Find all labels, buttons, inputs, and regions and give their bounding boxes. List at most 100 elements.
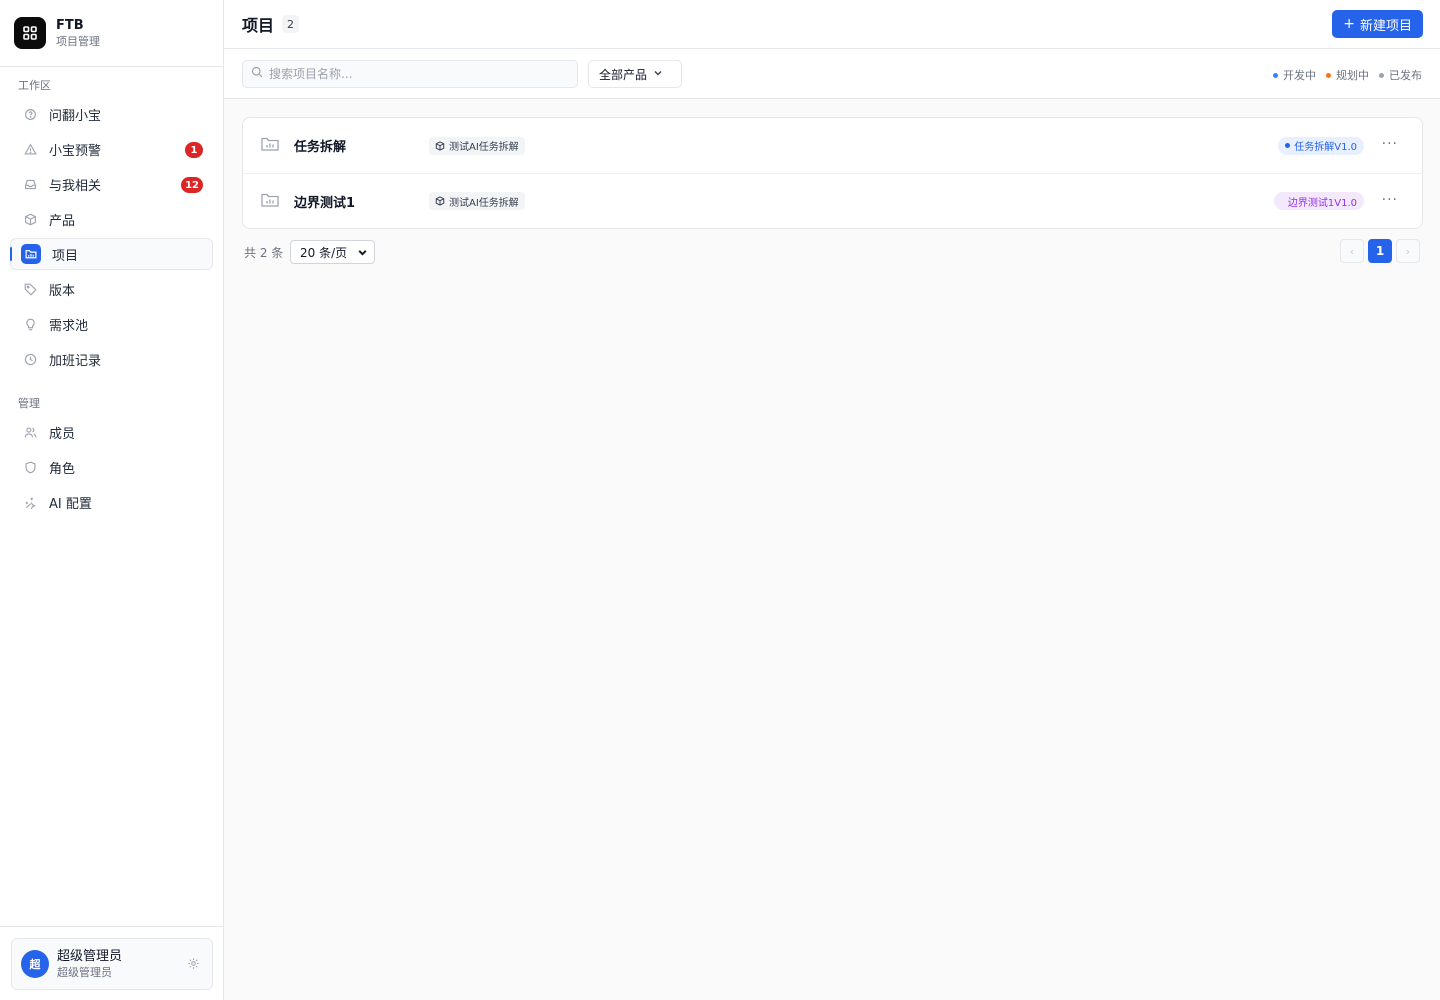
more-options-icon[interactable]: ···	[1382, 137, 1398, 151]
chevron-down-icon	[357, 247, 368, 261]
clock-icon	[22, 351, 38, 367]
legend-item-planning: 规划中	[1326, 67, 1369, 83]
sidebar-item-label: 项目	[52, 248, 79, 264]
search-icon	[251, 66, 263, 82]
page-size-select[interactable]: 20 条/页	[290, 240, 375, 264]
more-options-icon[interactable]: ···	[1382, 193, 1398, 207]
sidebar-item-label: 角色	[49, 461, 76, 477]
current-page-button[interactable]: 1	[1368, 239, 1392, 263]
sidebar-item-members[interactable]: 成员	[10, 416, 213, 448]
version-badge: 边界测试1V1.0	[1273, 192, 1364, 210]
alert-count-badge: 1	[185, 142, 203, 158]
lightbulb-icon	[22, 316, 38, 332]
total-count: 共 2 条	[244, 246, 284, 260]
status-dot	[1285, 143, 1291, 148]
sidebar-item-alerts[interactable]: 小宝预警 1	[10, 133, 213, 165]
legend-label: 规划中	[1336, 69, 1369, 82]
sidebar-item-label: 成员	[49, 426, 76, 442]
sidebar-item-ai-config[interactable]: AI 配置	[10, 486, 213, 518]
brand-subtitle: 项目管理	[56, 34, 100, 48]
user-role: 超级管理员	[57, 966, 112, 979]
project-name[interactable]: 任务拆解	[294, 136, 346, 155]
sidebar-item-related[interactable]: 与我相关 12	[10, 168, 213, 200]
gear-icon[interactable]	[187, 957, 200, 974]
section-label-management: 管理	[18, 397, 40, 410]
sidebar-item-versions[interactable]: 版本	[10, 273, 213, 305]
box-icon	[22, 211, 38, 227]
legend-label: 开发中	[1283, 69, 1316, 82]
product-select-value: 全部产品	[599, 67, 648, 82]
legend-item-released: 已发布	[1379, 67, 1422, 83]
plus-icon: +	[1343, 16, 1355, 32]
users-icon	[22, 424, 38, 440]
shield-icon	[22, 459, 38, 475]
sidebar-item-ask-xiaobao[interactable]: 问翻小宝	[10, 98, 213, 130]
section-label-workspace: 工作区	[18, 79, 51, 92]
sidebar-item-projects[interactable]: 项目	[10, 238, 213, 270]
topbar: 项目 2 + 新建项目	[224, 0, 1440, 49]
sidebar-item-label: AI 配置	[49, 496, 92, 512]
sparkles-icon	[22, 494, 38, 510]
product-tag-label: 测试AI任务拆解	[449, 142, 519, 153]
avatar: 超	[21, 950, 49, 978]
sidebar-item-label: 需求池	[49, 318, 89, 334]
product-filter-select[interactable]: 全部产品	[588, 60, 682, 88]
project-row[interactable]: 任务拆解 测试AI任务拆解 任务拆解V1.0 ···	[243, 118, 1422, 173]
pagination: 共 2 条 20 条/页 ‹ 1 ›	[242, 238, 1423, 266]
sidebar-item-requirements[interactable]: 需求池	[10, 308, 213, 340]
sidebar-item-label: 版本	[49, 283, 76, 299]
project-count-badge: 2	[282, 15, 300, 33]
next-page-button[interactable]: ›	[1396, 239, 1420, 263]
sidebar-item-label: 加班记录	[49, 353, 102, 369]
legend-dot-planning	[1326, 72, 1331, 78]
project-row[interactable]: 边界测试1 测试AI任务拆解 边界测试1V1.0 ···	[243, 173, 1422, 228]
product-tag: 测试AI任务拆解	[429, 136, 525, 155]
status-legend: 开发中 规划中 已发布	[1263, 67, 1422, 83]
search-input[interactable]	[269, 67, 569, 81]
page-size-value: 20 条/页	[300, 245, 348, 260]
folder-icon	[261, 136, 279, 156]
sidebar-item-products[interactable]: 产品	[10, 203, 213, 235]
sidebar-item-roles[interactable]: 角色	[10, 451, 213, 483]
legend-dot-released	[1379, 72, 1384, 78]
project-list: 任务拆解 测试AI任务拆解 任务拆解V1.0 ··· 边界测试1 测试AI任务拆…	[242, 117, 1423, 229]
new-project-label: 新建项目	[1359, 18, 1412, 34]
user-card[interactable]: 超 超级管理员 超级管理员	[11, 938, 213, 990]
new-project-button[interactable]: + 新建项目	[1332, 10, 1423, 38]
box-icon	[435, 140, 445, 151]
project-name[interactable]: 边界测试1	[294, 192, 355, 211]
sidebar-item-overtime[interactable]: 加班记录	[10, 343, 213, 375]
chevron-down-icon	[653, 67, 663, 81]
search-box[interactable]	[242, 60, 578, 88]
legend-item-developing: 开发中	[1273, 67, 1316, 83]
legend-label: 已发布	[1389, 69, 1422, 82]
sidebar-item-label: 与我相关	[49, 178, 102, 194]
legend-dot-developing	[1273, 72, 1278, 78]
version-label: 边界测试1V1.0	[1287, 197, 1357, 209]
folder-icon	[21, 244, 41, 264]
folder-icon	[261, 192, 279, 212]
box-icon	[435, 196, 445, 206]
user-name: 超级管理员	[57, 949, 123, 964]
inbox-icon	[22, 176, 38, 192]
related-count-badge: 12	[181, 177, 203, 193]
version-label: 任务拆解V1.0	[1294, 142, 1357, 153]
sidebar-item-label: 问翻小宝	[49, 108, 102, 124]
page-title: 项目	[242, 16, 275, 35]
tag-icon	[22, 281, 38, 297]
sidebar: FTB 项目管理 工作区 问翻小宝 小宝预警 1 与我相关 12 产品 项目 版…	[0, 0, 224, 1000]
main-content: 项目 2 + 新建项目 全部产品 开发中 规划中	[224, 0, 1440, 1000]
product-tag: 测试AI任务拆解	[429, 192, 525, 210]
brand-title: FTB	[56, 17, 84, 33]
version-badge: 任务拆解V1.0	[1278, 136, 1364, 155]
grid-icon	[14, 17, 46, 49]
divider	[0, 926, 223, 927]
product-tag-label: 测试AI任务拆解	[449, 197, 519, 209]
prev-page-button[interactable]: ‹	[1340, 239, 1364, 263]
brand[interactable]: FTB 项目管理	[0, 0, 223, 67]
sidebar-item-label: 产品	[49, 213, 76, 229]
chat-bubble-icon	[22, 106, 38, 122]
filter-bar: 全部产品 开发中 规划中 已发布	[224, 49, 1440, 99]
sidebar-item-label: 小宝预警	[49, 143, 102, 159]
warning-triangle-icon	[22, 141, 38, 157]
